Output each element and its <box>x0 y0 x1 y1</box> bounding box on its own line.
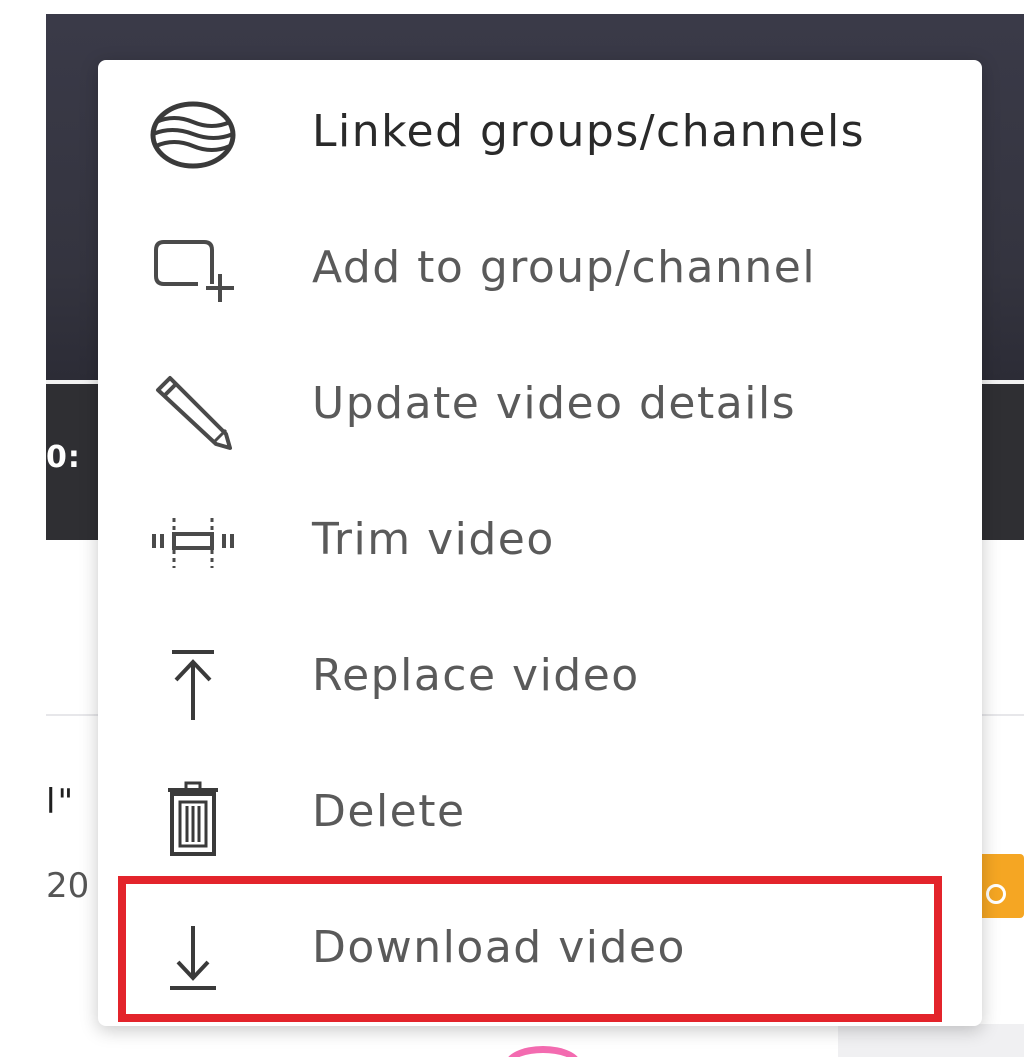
screen: 0: l" 20 Linked groups/channels Add to g… <box>0 0 1024 1057</box>
download-icon <box>150 916 236 990</box>
menu-item-label: Delete <box>312 786 466 837</box>
left-margin <box>0 0 46 1057</box>
linked-channels-icon <box>150 100 236 170</box>
menu-item-label: Replace video <box>312 650 640 701</box>
menu-item-label: Linked groups/channels <box>312 106 866 157</box>
menu-item-replace-video[interactable]: Replace video <box>98 610 982 746</box>
menu-item-trim-video[interactable]: Trim video <box>98 474 982 610</box>
video-date-fragment: 20 <box>46 866 90 906</box>
menu-item-linked-channels[interactable]: Linked groups/channels <box>98 66 982 202</box>
playback-time: 0: <box>46 440 81 475</box>
trim-icon <box>150 508 236 578</box>
menu-item-add-to-group[interactable]: Add to group/channel <box>98 202 982 338</box>
video-actions-menu: Linked groups/channels Add to group/chan… <box>98 60 982 1026</box>
trash-icon <box>150 780 236 856</box>
menu-item-download-video[interactable]: Download video <box>98 882 982 1018</box>
video-title-fragment: l" <box>46 782 76 822</box>
menu-item-label: Update video details <box>312 378 797 429</box>
menu-item-label: Trim video <box>312 514 555 565</box>
menu-item-update-details[interactable]: Update video details <box>98 338 982 474</box>
add-to-group-icon <box>150 236 236 306</box>
menu-item-label: Download video <box>312 922 686 973</box>
bottom-panel <box>838 1024 1024 1057</box>
menu-item-label: Add to group/channel <box>312 242 817 293</box>
upload-icon <box>150 644 236 720</box>
menu-item-delete[interactable]: Delete <box>98 746 982 882</box>
pencil-icon <box>150 372 236 450</box>
